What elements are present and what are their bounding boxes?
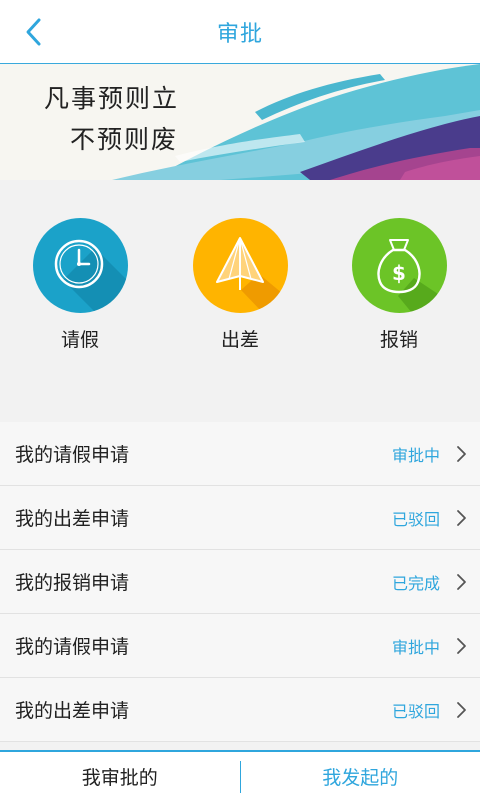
business-trip-category-button[interactable]: 出差 <box>180 218 300 352</box>
leave-category-button[interactable]: 请假 <box>20 218 140 352</box>
money-bag-icon: $ <box>376 239 447 313</box>
chevron-right-icon <box>457 510 466 526</box>
status-badge: 已完成 <box>391 573 440 593</box>
banner-motto-line2: 不预则废 <box>70 125 179 154</box>
list-item[interactable]: 我的出差申请 已驳回 <box>0 486 480 550</box>
my-requests-list: 我的请假申请 审批中 我的出差申请 已驳回 我的报销申请 已完成 我的请假申请 … <box>0 422 480 742</box>
list-item[interactable]: 我的请假申请 审批中 <box>0 422 480 486</box>
reimb-circle: $ <box>351 218 447 313</box>
bottom-tab-bar: 我审批的 我发起的 <box>0 750 480 800</box>
list-item[interactable]: 我的请假申请 审批中 <box>0 614 480 678</box>
leave-circle <box>32 218 128 313</box>
chevron-right-icon <box>457 574 466 590</box>
svg-text:$: $ <box>392 261 406 285</box>
status-badge: 审批中 <box>391 637 440 657</box>
request-title: 我的请假申请 <box>15 636 130 658</box>
reimb-label: 报销 <box>379 329 418 351</box>
status-badge: 审批中 <box>391 445 440 465</box>
request-title: 我的报销申请 <box>15 572 130 594</box>
chevron-right-icon <box>457 638 466 654</box>
status-badge: 已驳回 <box>391 701 440 721</box>
list-item[interactable]: 我的出差申请 已驳回 <box>0 678 480 742</box>
page-title: 审批 <box>216 21 263 47</box>
back-button[interactable] <box>16 14 52 50</box>
banner-motto-line1: 凡事预则立 <box>44 84 180 113</box>
chevron-right-icon <box>457 702 466 718</box>
chevron-right-icon <box>457 446 466 462</box>
request-title: 我的出差申请 <box>15 508 130 530</box>
category-grid: 请假 出差 $ 报销 <box>0 180 480 422</box>
clock-icon <box>54 239 128 313</box>
list-item[interactable]: 我的报销申请 已完成 <box>0 550 480 614</box>
status-badge: 已驳回 <box>391 509 440 529</box>
paper-plane-icon <box>215 237 288 313</box>
trip-label: 出差 <box>220 329 259 351</box>
chevron-left-icon <box>26 18 41 46</box>
reimbursement-category-button[interactable]: $ 报销 <box>339 218 459 352</box>
top-bar: 审批 <box>0 0 480 64</box>
banner: 凡事预则立 不预则废 <box>0 64 480 180</box>
request-title: 我的请假申请 <box>15 444 130 466</box>
request-title: 我的出差申请 <box>15 700 130 722</box>
tab-my-initiated[interactable]: 我发起的 <box>241 752 480 800</box>
leave-label: 请假 <box>60 329 99 351</box>
tab-my-approvals[interactable]: 我审批的 <box>0 752 240 800</box>
trip-circle <box>192 218 288 313</box>
